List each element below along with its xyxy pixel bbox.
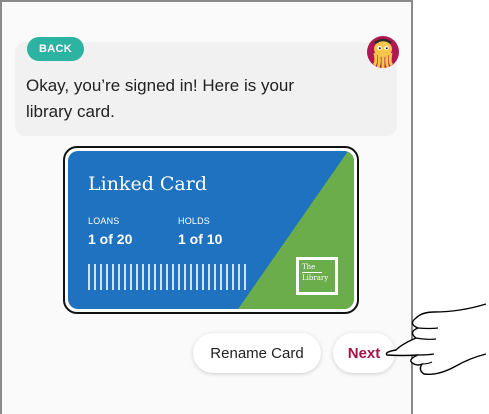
holds-label: HOLDS: [178, 216, 211, 226]
library-logo-line2: Library: [302, 274, 329, 282]
back-button[interactable]: BACK: [27, 37, 84, 61]
message-text: Okay, you’re signed in! Here is your lib…: [26, 76, 295, 121]
pointing-hand-icon: [385, 303, 487, 376]
rename-card-button[interactable]: Rename Card: [193, 333, 321, 373]
card-title: Linked Card: [88, 173, 208, 195]
barcode: [88, 264, 246, 290]
holds-value: 1 of 10: [178, 231, 223, 247]
avatar-icon[interactable]: [367, 36, 399, 68]
loans-label: LOANS: [88, 216, 120, 226]
loans-value: 1 of 20: [88, 231, 133, 247]
library-logo-text: The Library: [302, 263, 334, 283]
library-logo-line1: The: [302, 263, 316, 271]
